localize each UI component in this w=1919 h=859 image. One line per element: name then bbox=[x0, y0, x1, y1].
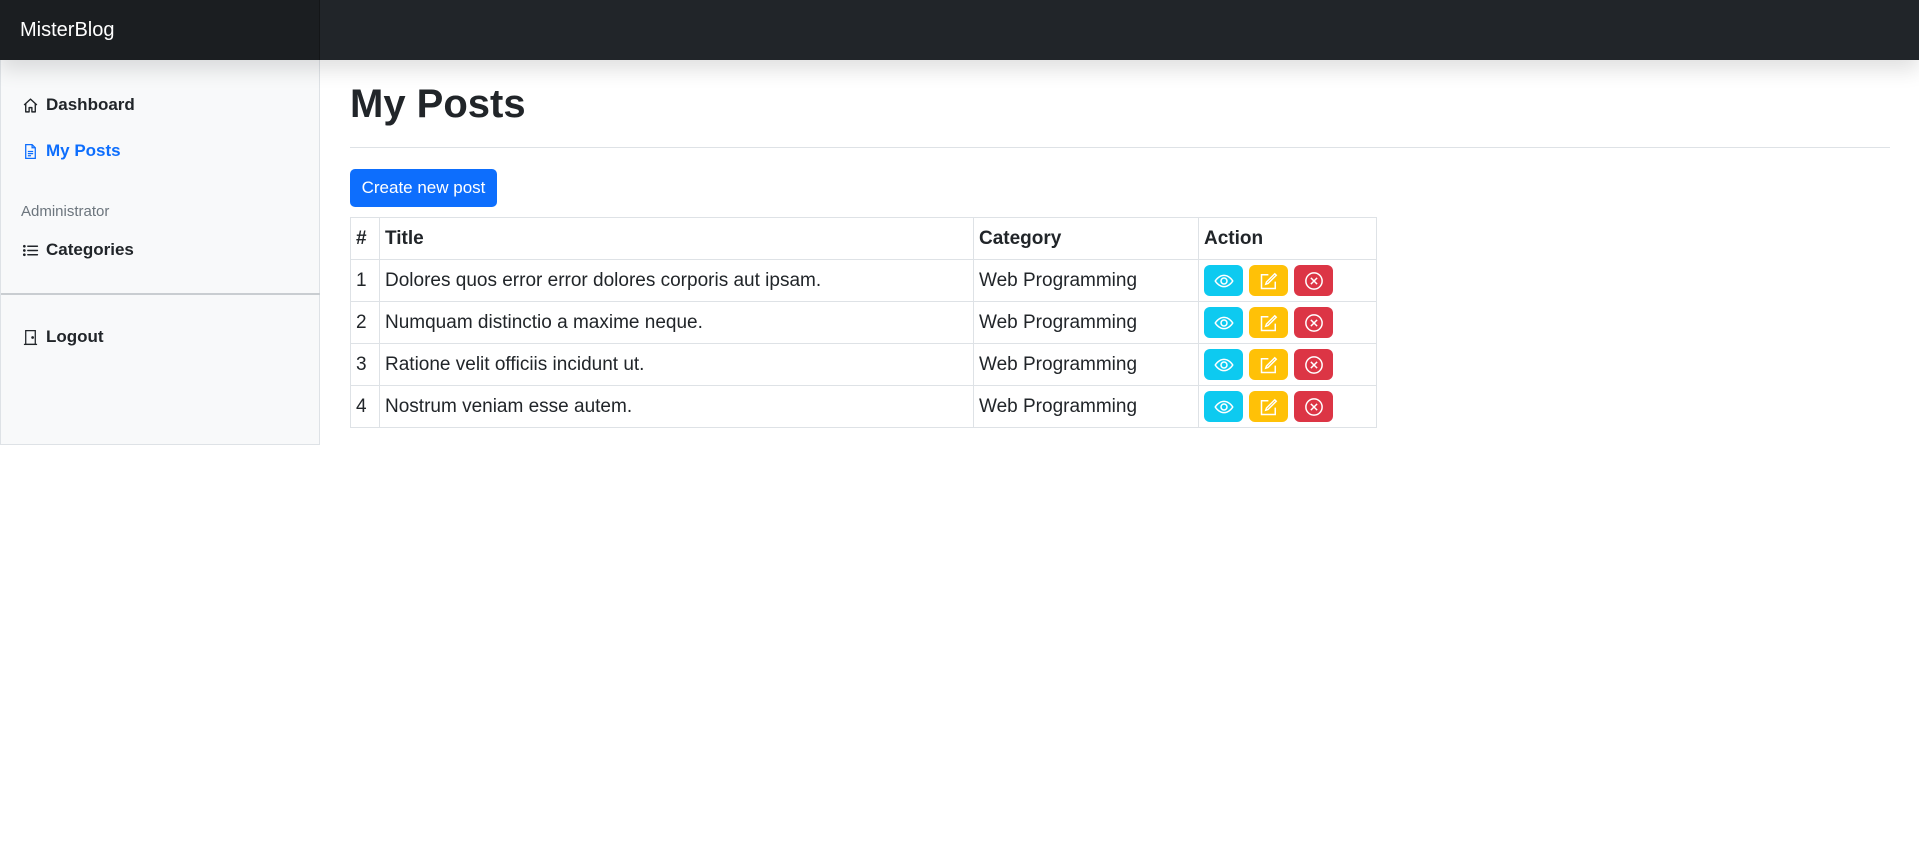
pencil-square-icon bbox=[1260, 398, 1277, 415]
create-new-post-button[interactable]: Create new post bbox=[350, 169, 497, 207]
row-number: 3 bbox=[350, 343, 380, 386]
table-header-row: # Title Category Action bbox=[350, 217, 1377, 260]
eye-icon bbox=[1213, 358, 1234, 371]
post-category: Web Programming bbox=[973, 343, 1199, 386]
sidebar-item-label: Categories bbox=[46, 240, 134, 259]
table-row: 1 Dolores quos error error dolores corpo… bbox=[350, 259, 1377, 302]
edit-button[interactable] bbox=[1249, 349, 1288, 380]
x-circle-icon bbox=[1304, 355, 1323, 374]
delete-button[interactable] bbox=[1294, 265, 1333, 296]
table-row: 3 Ratione velit officiis incidunt ut. We… bbox=[350, 343, 1377, 386]
sidebar-item-logout[interactable]: Logout bbox=[21, 322, 104, 352]
top-navbar: MisterBlog bbox=[0, 0, 1919, 60]
pencil-square-icon bbox=[1260, 272, 1277, 289]
sidebar-item-categories[interactable]: Categories bbox=[21, 235, 134, 265]
sidebar-item-dashboard[interactable]: Dashboard bbox=[21, 90, 135, 120]
title-divider bbox=[350, 147, 1890, 148]
table-row: 4 Nostrum veniam esse autem. Web Program… bbox=[350, 385, 1377, 428]
post-category: Web Programming bbox=[973, 259, 1199, 302]
brand-logo[interactable]: MisterBlog bbox=[0, 0, 320, 60]
sidebar-item-label: Dashboard bbox=[46, 95, 135, 114]
column-header-category: Category bbox=[973, 217, 1199, 260]
home-icon bbox=[21, 96, 39, 114]
row-number: 4 bbox=[350, 385, 380, 428]
x-circle-icon bbox=[1304, 313, 1323, 332]
view-button[interactable] bbox=[1204, 265, 1243, 296]
delete-button[interactable] bbox=[1294, 307, 1333, 338]
sidebar-divider bbox=[1, 293, 320, 295]
post-title: Dolores quos error error dolores corpori… bbox=[379, 259, 974, 302]
view-button[interactable] bbox=[1204, 307, 1243, 338]
post-title: Numquam distinctio a maxime neque. bbox=[379, 301, 974, 344]
x-circle-icon bbox=[1304, 397, 1323, 416]
file-text-icon bbox=[21, 142, 39, 160]
column-header-action: Action bbox=[1198, 217, 1377, 260]
pencil-square-icon bbox=[1260, 314, 1277, 331]
sidebar-item-my-posts[interactable]: My Posts bbox=[21, 136, 121, 166]
post-title: Ratione velit officiis incidunt ut. bbox=[379, 343, 974, 386]
post-category: Web Programming bbox=[973, 385, 1199, 428]
row-actions bbox=[1198, 343, 1377, 386]
posts-table: # Title Category Action 1 Dolores quos e… bbox=[350, 217, 1377, 428]
post-category: Web Programming bbox=[973, 301, 1199, 344]
pencil-square-icon bbox=[1260, 356, 1277, 373]
door-icon bbox=[21, 328, 39, 346]
row-number: 1 bbox=[350, 259, 380, 302]
edit-button[interactable] bbox=[1249, 307, 1288, 338]
eye-icon bbox=[1213, 316, 1234, 329]
post-title: Nostrum veniam esse autem. bbox=[379, 385, 974, 428]
delete-button[interactable] bbox=[1294, 349, 1333, 380]
edit-button[interactable] bbox=[1249, 391, 1288, 422]
view-button[interactable] bbox=[1204, 349, 1243, 380]
page-title: My Posts bbox=[350, 82, 526, 126]
delete-button[interactable] bbox=[1294, 391, 1333, 422]
row-actions bbox=[1198, 385, 1377, 428]
row-number: 2 bbox=[350, 301, 380, 344]
column-header-number: # bbox=[350, 217, 380, 260]
eye-icon bbox=[1213, 274, 1234, 287]
list-icon bbox=[21, 241, 39, 259]
x-circle-icon bbox=[1304, 271, 1323, 290]
view-button[interactable] bbox=[1204, 391, 1243, 422]
row-actions bbox=[1198, 301, 1377, 344]
row-actions bbox=[1198, 259, 1377, 302]
sidebar-heading-administrator: Administrator bbox=[21, 203, 110, 220]
sidebar-item-label: Logout bbox=[46, 327, 104, 346]
edit-button[interactable] bbox=[1249, 265, 1288, 296]
sidebar-item-label: My Posts bbox=[46, 141, 121, 160]
eye-icon bbox=[1213, 400, 1234, 413]
table-row: 2 Numquam distinctio a maxime neque. Web… bbox=[350, 301, 1377, 344]
sidebar: Dashboard My Posts Administrator Categor… bbox=[0, 60, 320, 445]
column-header-title: Title bbox=[379, 217, 974, 260]
